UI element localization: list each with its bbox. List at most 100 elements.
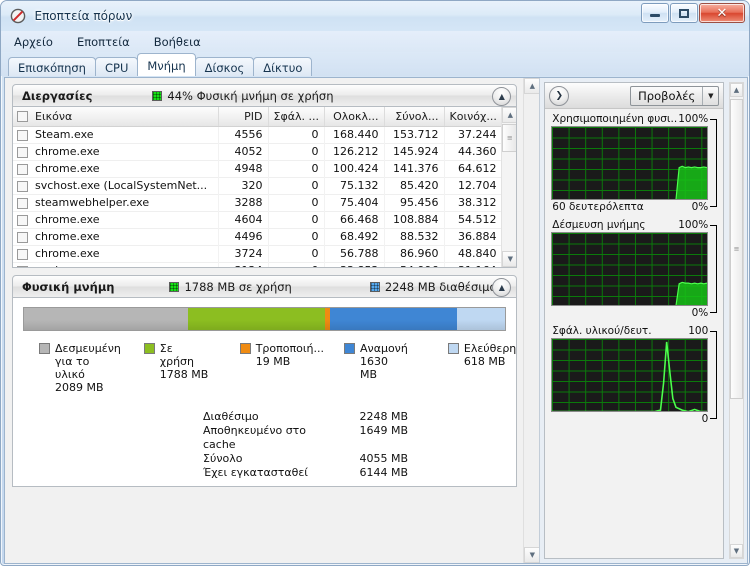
row-checkbox[interactable]	[17, 163, 28, 175]
column-header-pid[interactable]: PID	[218, 107, 269, 127]
physical-memory-panel-title: Φυσική μνήμη	[22, 279, 115, 294]
column-header-image[interactable]: Εικόνα	[13, 107, 219, 127]
memory-stat-row: Έχει εγκατασταθεί 6144 MB	[203, 466, 516, 480]
right-scroll-up-arrow[interactable]: ▲	[730, 83, 743, 97]
tab-network[interactable]: Δίκτυο	[253, 57, 313, 76]
table-row[interactable]: Steam.exe45560168.440153.71237.244116.46…	[13, 126, 517, 143]
scroll-down-arrow[interactable]: ▼	[502, 251, 517, 267]
memory-bar-container	[13, 298, 516, 338]
memory-segment-free	[457, 308, 506, 330]
memory-stat-label: Σύνολο	[203, 452, 243, 465]
maximize-icon	[679, 8, 689, 18]
graphs-container: ❯ Προβολές ▼ Χρησιμοποιημένη φυσι... 100%…	[544, 82, 725, 559]
processes-panel-header[interactable]: Διεργασίες 44% Φυσική μνήμη σε χρήση ▲	[12, 84, 518, 107]
table-row[interactable]: chrome.exe40520126.212145.92444.360101.5…	[13, 143, 517, 160]
memory-available-label: 2248 MB διαθέσιμα	[384, 279, 498, 294]
cell-image-label: steamwebhelper.exe	[35, 196, 150, 209]
left-scroll-up-arrow[interactable]: ▲	[524, 78, 540, 94]
cell-faults: 0	[268, 245, 325, 262]
legend-line: Σε χρήση	[159, 342, 195, 368]
tab-disk[interactable]: Δίσκος	[194, 57, 255, 76]
row-checkbox[interactable]	[17, 265, 28, 267]
blue-swatch-icon	[369, 281, 380, 292]
cell-shareable: 54.512	[444, 211, 503, 228]
expand-graphs-button[interactable]: ❯	[549, 85, 570, 106]
table-row[interactable]: explorer.exe3124033.85254.99631.16423.83…	[13, 262, 517, 267]
views-dropdown-button[interactable]: Προβολές ▼	[630, 85, 720, 106]
legend-line: Τροποποιή...	[255, 342, 325, 355]
close-button[interactable]: ✕	[699, 3, 745, 23]
processes-panel-body: Εικόνα PID Σφάλ. ... Ολοκλ... Σύνολ... Κ…	[12, 107, 518, 268]
left-scroll-down-arrow[interactable]: ▼	[524, 547, 540, 563]
legend-item: Αναμονή 1630 MB	[344, 342, 408, 394]
cell-working: 95.456	[384, 194, 445, 211]
title-bar: Εποπτεία πόρων ✕	[1, 1, 749, 31]
cell-faults: 0	[268, 211, 325, 228]
tab-memory[interactable]: Μνήμη	[137, 53, 196, 76]
table-row[interactable]: steamwebhelper.exe 3288 0 75.404 95.456 38.31…	[13, 194, 517, 211]
table-row[interactable]: chrome.exe49480100.424141.37664.61276.76…	[13, 160, 517, 177]
column-header-faults-label: Σφάλ. ...	[273, 109, 319, 123]
scroll-up-arrow[interactable]: ▲	[502, 107, 517, 123]
tab-overview[interactable]: Επισκόπηση	[8, 57, 96, 76]
scrollbar-thumb[interactable]: ≡	[502, 124, 517, 152]
minimize-button[interactable]	[641, 3, 669, 23]
memory-stat-row: Αποθηκευμένο στο cache 1649 MB	[203, 424, 516, 452]
legend-text: Τροποποιή... 19 MB	[256, 342, 324, 368]
row-checkbox[interactable]	[17, 180, 28, 192]
right-scrollbar-thumb[interactable]: ≡	[730, 99, 743, 399]
row-checkbox[interactable]	[17, 214, 28, 226]
right-pane-scrollbar[interactable]: ▲ ≡ ▼	[729, 82, 744, 559]
column-header-commit[interactable]: Ολοκλ...	[324, 107, 385, 127]
table-row[interactable]: chrome.exe4604066.468108.88454.51254.372	[13, 211, 517, 228]
table-row[interactable]: chrome.exe4496068.49288.53236.88451.648	[13, 228, 517, 245]
legend-line: 2089 MB	[55, 381, 104, 394]
physical-memory-collapse-button[interactable]: ▲	[492, 278, 512, 297]
right-scroll-down-arrow[interactable]: ▼	[730, 544, 743, 558]
processes-table-viewport: Εικόνα PID Σφάλ. ... Ολοκλ... Σύνολ... Κ…	[13, 107, 517, 267]
cell-image: steamwebhelper.exe	[13, 194, 219, 211]
physical-memory-panel: Φυσική μνήμη 1788 MB σε χρήση 2248 MB δι…	[12, 275, 518, 487]
processes-table-scrollbar[interactable]: ▲ ≡ ▼	[501, 107, 517, 267]
legend-line: Ελεύθερη	[463, 342, 517, 355]
select-all-checkbox[interactable]	[17, 111, 28, 122]
left-pane-scrollbar[interactable]: ▲ ▼	[523, 78, 540, 563]
row-checkbox[interactable]	[17, 231, 28, 243]
hard-faults-per-second-graph-title: Σφάλ. υλικού/δευτ.	[552, 325, 652, 337]
memory-segment-hardware-reserved	[24, 308, 188, 330]
legend-text: Δεσμευμένη για το υλικό 2089 MB	[55, 342, 122, 394]
menu-item-monitor[interactable]: Εποπτεία	[74, 34, 133, 50]
used-physical-memory-graph-min-value: 0%	[691, 201, 709, 213]
menu-item-help[interactable]: Βοήθεια	[151, 34, 204, 50]
column-header-pid-label: PID	[244, 109, 263, 123]
cell-commit: 100.424	[324, 160, 385, 177]
cell-shareable: 38.312	[444, 194, 503, 211]
client-area: Διεργασίες 44% Φυσική μνήμη σε χρήση ▲ Ε…	[4, 77, 748, 564]
chevron-down-icon[interactable]: ▼	[702, 86, 718, 105]
menu-item-file[interactable]: Αρχείο	[11, 34, 56, 50]
row-checkbox[interactable]	[17, 197, 28, 209]
row-checkbox[interactable]	[17, 146, 28, 158]
cell-image-label: chrome.exe	[35, 213, 100, 226]
column-header-faults[interactable]: Σφάλ. ...	[268, 107, 325, 127]
table-row[interactable]: chrome.exe3724056.78886.96048.84038.120	[13, 245, 517, 262]
memory-stat-label: Αποθηκευμένο στο cache	[203, 424, 307, 451]
table-row[interactable]: svchost.exe (LocalSystemNet... 320 0 75.132…	[13, 177, 517, 194]
cell-pid: 4556	[218, 126, 269, 143]
cell-image: svchost.exe (LocalSystemNet...	[13, 177, 219, 194]
cell-image-label: chrome.exe	[35, 247, 100, 260]
row-checkbox[interactable]	[17, 129, 28, 141]
column-header-shareable[interactable]: Κοινόχ...	[444, 107, 503, 127]
used-physical-memory-graph-axis-row: 60 δευτερόλεπτα 0%	[551, 200, 717, 215]
commit-charge-graph-canvas	[551, 232, 709, 306]
memory-stat-row: Διαθέσιμο 2248 MB	[203, 410, 516, 424]
cell-shareable: 44.360	[444, 143, 503, 160]
row-checkbox[interactable]	[17, 248, 28, 260]
used-physical-memory-graph-title: Χρησιμοποιημένη φυσι...	[552, 113, 679, 125]
maximize-button[interactable]	[670, 3, 698, 23]
column-header-working-set[interactable]: Σύνολ...	[384, 107, 445, 127]
processes-collapse-button[interactable]: ▲	[492, 87, 512, 106]
tab-cpu[interactable]: CPU	[94, 57, 139, 76]
physical-memory-panel-header[interactable]: Φυσική μνήμη 1788 MB σε χρήση 2248 MB δι…	[12, 275, 518, 298]
commit-charge-graph-max-value: 100%	[678, 219, 709, 231]
